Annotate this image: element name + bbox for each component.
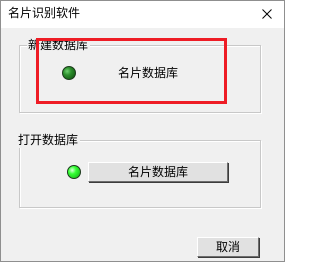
open-database-group-label: 打开数据库 bbox=[17, 133, 81, 148]
highlight-annotation bbox=[36, 38, 227, 104]
status-indicator-icon bbox=[67, 165, 81, 179]
cancel-button[interactable]: 取消 bbox=[197, 237, 259, 257]
close-button[interactable] bbox=[250, 1, 284, 28]
open-database-button[interactable]: 名片数据库 bbox=[88, 162, 228, 182]
window-title: 名片识别软件 bbox=[8, 6, 81, 20]
close-icon bbox=[262, 9, 272, 19]
title-bar[interactable]: 名片识别软件 bbox=[1, 1, 284, 28]
